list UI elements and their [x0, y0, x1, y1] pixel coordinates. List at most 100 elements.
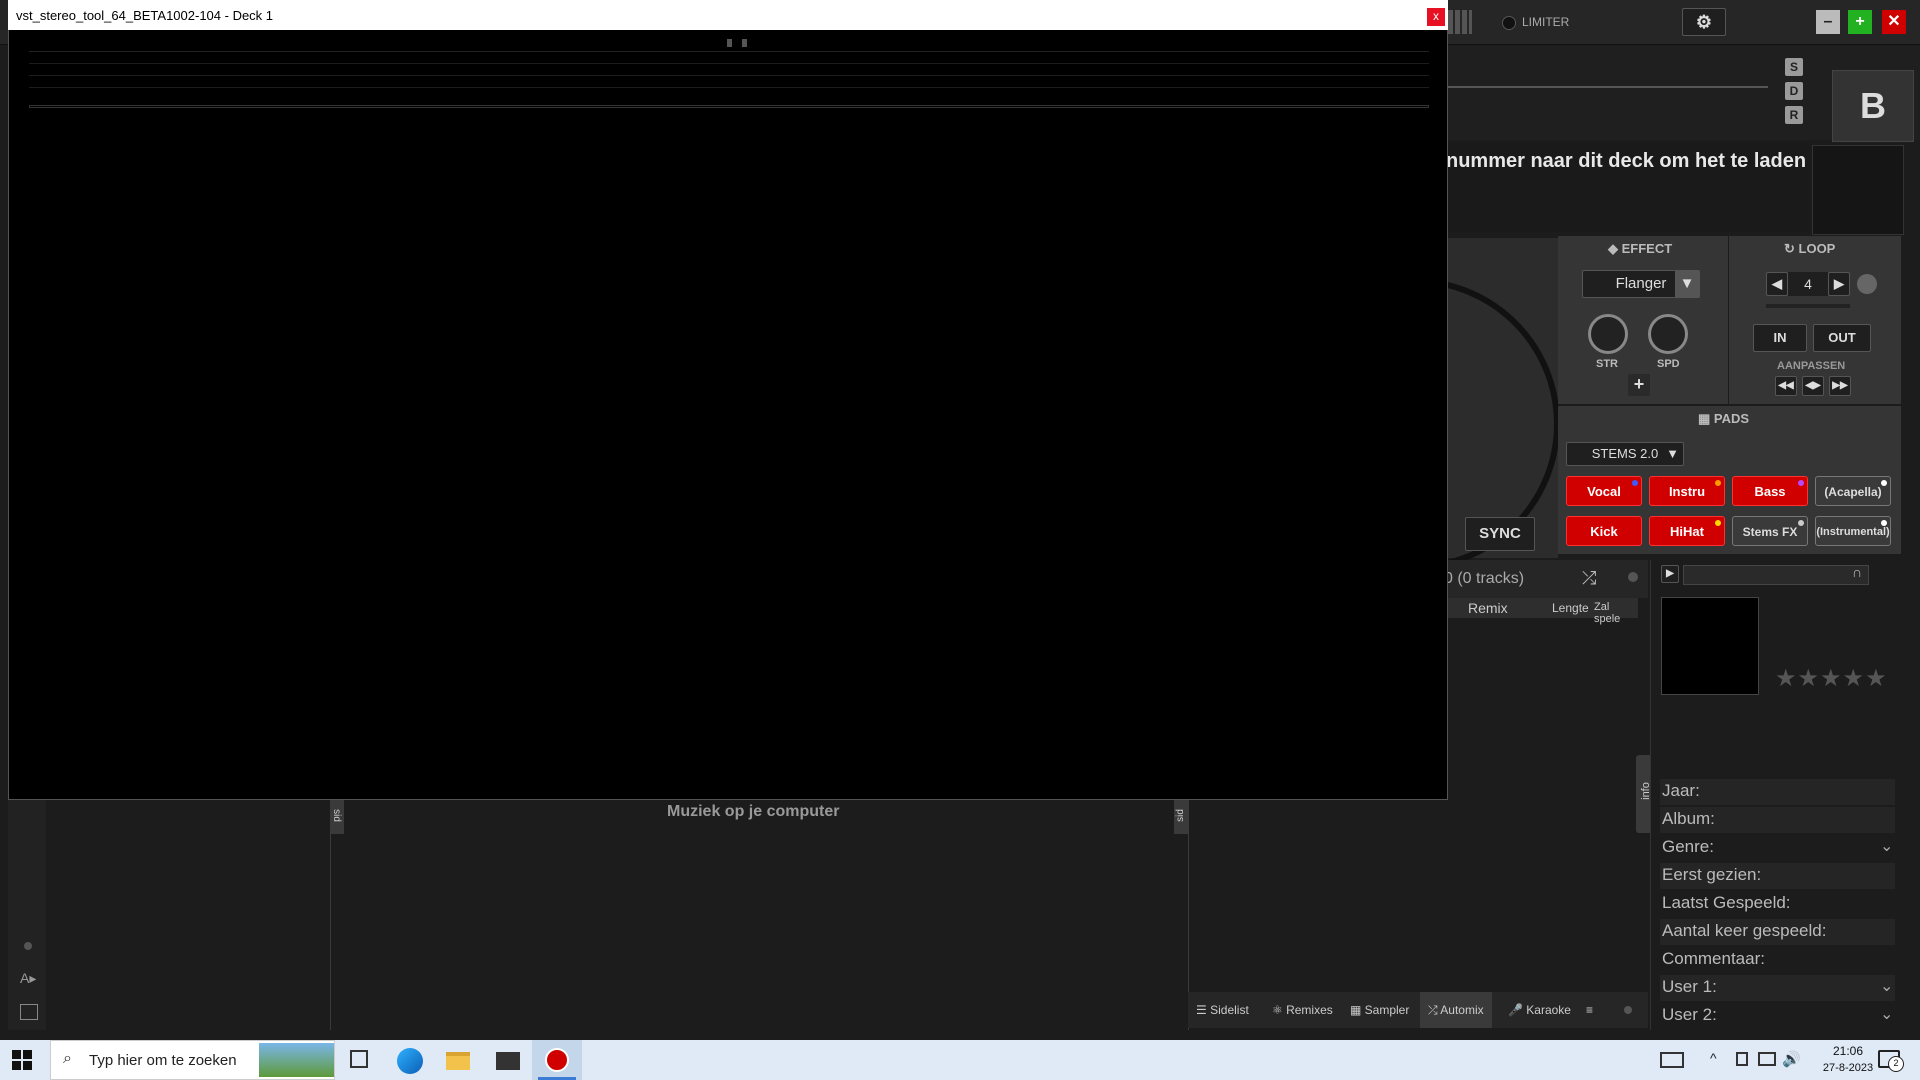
edge-icon[interactable] — [397, 1048, 423, 1074]
field-last-played: Laatst Gespeeld: — [1662, 893, 1791, 912]
pad-instrumental[interactable]: (Instrumental) — [1815, 516, 1891, 546]
bottom-tabs: ☰ Sidelist ⚛ Remixes ▦ Sampler ⤮ Automix… — [1188, 992, 1648, 1028]
keyboard-icon[interactable] — [1660, 1052, 1684, 1068]
chevron-down-icon[interactable]: ⌄ — [1880, 836, 1893, 856]
field-year: Jaar: — [1662, 781, 1700, 800]
pad-label: HiHat — [1670, 524, 1704, 539]
add-window-button[interactable]: + — [1848, 10, 1872, 34]
tab-sampler[interactable]: ▦ Sampler — [1350, 1003, 1409, 1017]
list-menu-icon[interactable]: ≡ — [1586, 1003, 1593, 1017]
volume-icon[interactable]: 🔊 — [1782, 1050, 1801, 1068]
triangle-left-icon: ◀ — [1772, 276, 1782, 291]
side-tab-label: sid — [1174, 809, 1186, 822]
settings-button[interactable]: ⚙ — [1682, 8, 1726, 36]
tab-label: Sidelist — [1210, 1003, 1249, 1017]
pad-vocal[interactable]: Vocal — [1566, 476, 1642, 506]
s-button[interactable]: S — [1785, 58, 1803, 76]
sidebar-side-tab[interactable]: sid — [330, 800, 344, 834]
loop-out-button[interactable]: OUT — [1813, 324, 1871, 352]
divider — [330, 800, 331, 1030]
file-explorer-icon[interactable] — [446, 1052, 470, 1070]
column-will-play[interactable]: Zal spele — [1594, 601, 1638, 625]
pad-dot — [1798, 520, 1804, 526]
tab-label: Remixes — [1286, 1003, 1333, 1017]
adjust-both-button[interactable]: ◀▶ — [1802, 376, 1824, 396]
taskbar-search[interactable]: ⌕ Typ hier om te zoeken — [50, 1040, 335, 1080]
pad-bass[interactable]: Bass — [1732, 476, 1808, 506]
loop-in-button[interactable]: IN — [1753, 324, 1807, 352]
pads-title: ▦ PADS — [1698, 411, 1750, 426]
str-knob[interactable] — [1588, 314, 1628, 354]
pad-instru[interactable]: Instru — [1649, 476, 1725, 506]
options-dot-icon[interactable] — [1624, 1006, 1632, 1014]
grid-icon[interactable] — [1448, 10, 1472, 34]
search-placeholder: Typ hier om te zoeken — [89, 1052, 237, 1069]
waveform-line — [1448, 86, 1768, 88]
tab-remixes[interactable]: ⚛ Remixes — [1272, 1003, 1333, 1017]
windows-start-icon[interactable] — [12, 1050, 32, 1070]
loop-prev-button[interactable]: ◀ — [1766, 272, 1788, 296]
triangle-right-icon: ▶ — [1834, 276, 1844, 291]
minimize-button[interactable]: – — [1816, 10, 1840, 34]
info-side-tab[interactable]: info — [1636, 755, 1652, 833]
side-tab-label: sid — [330, 809, 342, 822]
pads-mode-select[interactable]: STEMS 2.0 ▼ — [1566, 442, 1684, 466]
d-button[interactable]: D — [1785, 82, 1803, 100]
preview-play-button[interactable]: ▶ — [1661, 565, 1679, 583]
tab-karaoke[interactable]: 🎤 Karaoke — [1508, 1003, 1571, 1017]
virtualdj-taskbar-item[interactable] — [532, 1040, 582, 1080]
tray-chevron-up-icon[interactable]: ^ — [1710, 1050, 1717, 1066]
column-length[interactable]: Lengte — [1552, 601, 1589, 615]
plugin-close-button[interactable]: x — [1427, 8, 1445, 26]
plugin-line — [29, 63, 1429, 64]
pads-panel: ▦ PADS STEMS 2.0 ▼ Vocal Instru Bass (Ac… — [1558, 406, 1901, 554]
chevron-down-icon[interactable]: ⌄ — [1880, 1004, 1893, 1024]
layout-icon[interactable] — [20, 1004, 38, 1020]
tab-label: Sampler — [1364, 1003, 1410, 1017]
pad-label: Vocal — [1587, 484, 1621, 499]
mail-icon[interactable] — [496, 1052, 520, 1070]
pad-kick[interactable]: Kick — [1566, 516, 1642, 546]
sync-button[interactable]: SYNC — [1465, 517, 1535, 551]
spd-label: SPD — [1657, 358, 1680, 370]
close-app-button[interactable]: ✕ — [1882, 10, 1906, 34]
effect-panel: ◆ EFFECT Flanger ▼ STR SPD + — [1558, 236, 1728, 404]
usb-icon[interactable] — [1736, 1052, 1748, 1066]
r-button[interactable]: R — [1785, 106, 1803, 124]
tracks-count: 0 (0 tracks) — [1444, 570, 1525, 587]
tab-label: Automix — [1440, 1003, 1484, 1017]
pad-acapella[interactable]: (Acapella) — [1815, 476, 1891, 506]
effect-select[interactable]: Flanger ▼ — [1582, 270, 1700, 298]
loop-next-button[interactable]: ▶ — [1828, 272, 1850, 296]
options-dot-icon[interactable] — [1628, 572, 1638, 582]
chevron-down-icon[interactable]: ⌄ — [1880, 976, 1893, 996]
clock-time[interactable]: 21:06 — [1818, 1044, 1878, 1058]
options-dot-icon[interactable] — [24, 942, 32, 950]
adjust-forward-button[interactable]: ▶▶ — [1829, 376, 1851, 396]
plugin-window-title: vst_stereo_tool_64_BETA1002-104 - Deck 1 — [16, 8, 274, 23]
rating-stars[interactable]: ★★★★★ — [1775, 664, 1888, 693]
tab-label: Karaoke — [1526, 1003, 1571, 1017]
clock-date[interactable]: 27-8-2023 — [1808, 1062, 1888, 1074]
shuffle-icon[interactable]: ⤮ — [1582, 568, 1596, 589]
pad-stems-fx[interactable]: Stems FX — [1732, 516, 1808, 546]
pad-hihat[interactable]: HiHat — [1649, 516, 1725, 546]
tab-sidelist[interactable]: ☰ Sidelist — [1196, 1003, 1249, 1017]
preview-bar[interactable] — [1683, 565, 1869, 585]
spd-knob[interactable] — [1648, 314, 1688, 354]
task-view-icon[interactable] — [350, 1050, 368, 1068]
loop-settings-icon[interactable] — [1857, 274, 1877, 294]
column-remix[interactable]: Remix — [1468, 600, 1508, 616]
network-icon[interactable] — [1758, 1052, 1776, 1066]
pad-dot — [1881, 480, 1887, 486]
adjust-back-button[interactable]: ◀◀ — [1775, 376, 1797, 396]
tab-automix[interactable]: ⤮ Automix — [1420, 992, 1492, 1028]
font-size-icon[interactable]: A▸ — [20, 970, 36, 987]
sidelist-side-tab[interactable]: sid — [1174, 800, 1188, 834]
headphones-icon[interactable]: ∩ — [1852, 564, 1862, 580]
deck-album-art — [1812, 145, 1904, 235]
notification-icon[interactable]: 2 — [1878, 1050, 1904, 1072]
add-effect-button[interactable]: + — [1628, 374, 1650, 396]
limiter-led-icon[interactable] — [1502, 16, 1516, 30]
play-icon: ▶ — [1666, 568, 1674, 579]
